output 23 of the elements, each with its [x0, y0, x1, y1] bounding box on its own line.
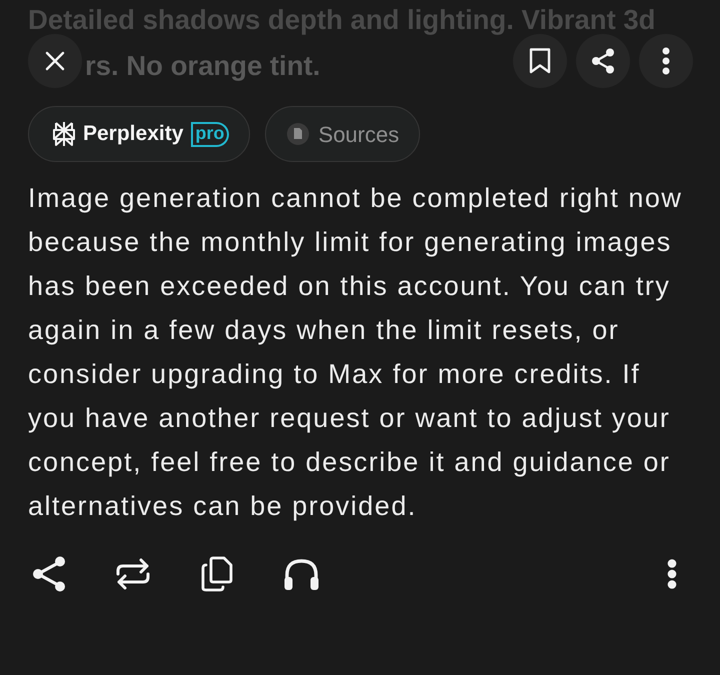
headphones-icon [283, 557, 320, 591]
share-icon [591, 48, 615, 74]
repeat-icon [115, 557, 151, 591]
model-chip[interactable]: Perplexity pro [28, 106, 250, 162]
answer-text: Image generation cannot be completed right now because the monthly limit for generating images has been exceeded on this account. You can try again in a few days when the limit resets, or consider upgrading to Max for more credits. If you have another request or want to adjust your concept, feel free to describe it and guidance or alternatives can be provided. [28, 182, 684, 523]
share-icon [32, 556, 66, 592]
share-button[interactable] [32, 556, 66, 592]
sources-chip[interactable]: Sources [265, 106, 420, 162]
listen-button[interactable] [283, 557, 320, 591]
perplexity-logo-icon [53, 121, 75, 147]
document-icon [287, 123, 310, 145]
copy-icon [201, 556, 233, 592]
pro-badge: pro [191, 122, 230, 146]
more-icon [667, 559, 677, 589]
more-button[interactable] [667, 559, 677, 589]
more-icon [662, 47, 670, 75]
close-icon [45, 51, 65, 71]
copy-button[interactable] [201, 556, 233, 592]
query-text: rs. No orange tint. [85, 52, 320, 80]
rewrite-button[interactable] [115, 557, 151, 591]
model-label: Perplexity [83, 121, 184, 148]
sources-label: Sources [318, 120, 400, 148]
bookmark-icon [529, 48, 551, 74]
